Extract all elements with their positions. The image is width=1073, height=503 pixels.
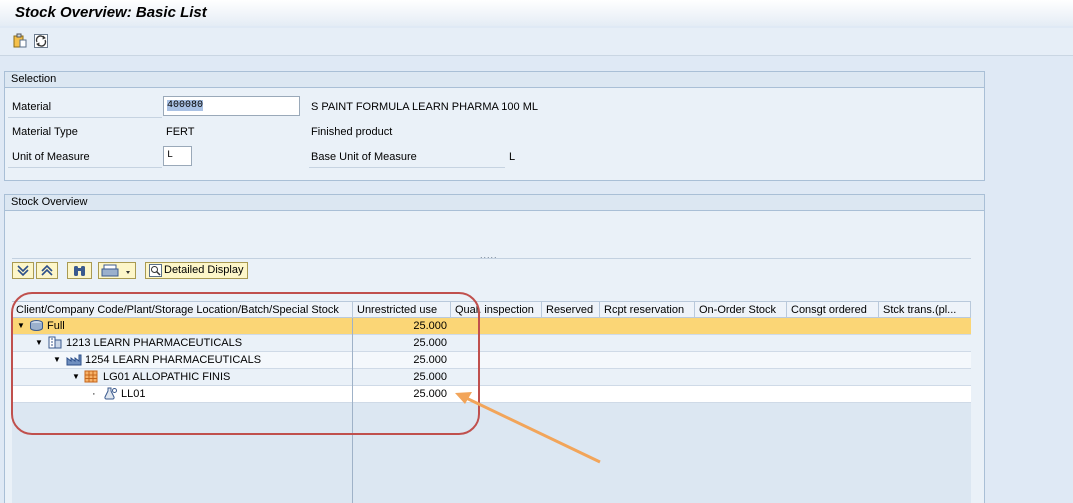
- annotation-arrow: [461, 394, 601, 464]
- annotation-circle: [11, 292, 480, 435]
- annotation-overlay: [11, 292, 601, 464]
